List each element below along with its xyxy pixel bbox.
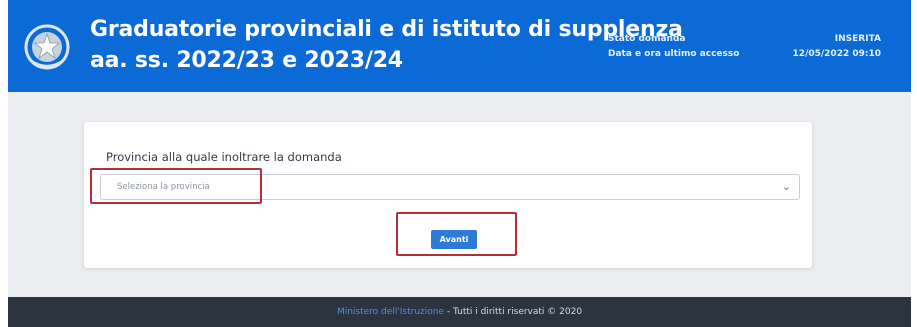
app-frame: Graduatorie provinciali e di istituto di… [8,0,911,327]
status-labels: Stato domanda Data e ora ultimo accesso [608,32,739,62]
province-field-label: Provincia alla quale inoltrare la domand… [106,150,342,164]
page-title-line1: Graduatorie provinciali e di istituto di… [90,17,683,42]
page-footer: Ministero dell'Istruzione - Tutti i diri… [8,297,911,327]
page-title: Graduatorie provinciali e di istituto di… [90,14,683,76]
chevron-down-icon: ⌄ [781,180,791,193]
select-highlight-annotation [90,168,262,204]
status-label: Stato domanda [608,34,686,44]
province-form-card: Provincia alla quale inoltrare la domand… [84,122,812,268]
button-highlight-annotation [396,212,517,256]
page-title-line2: aa. ss. 2022/23 e 2023/24 [90,48,403,73]
italian-republic-emblem-icon [24,24,70,70]
last-access-label: Data e ora ultimo accesso [608,49,740,59]
last-access-value: 12/05/2022 09:10 [792,49,881,59]
status-value: INSERITA [834,34,881,44]
ministry-link[interactable]: Ministero dell'Istruzione [337,307,444,317]
footer-rights-text: - Tutti i diritti riservati © 2020 [444,307,583,317]
status-values: INSERITA 12/05/2022 09:10 [793,32,881,62]
page-header: Graduatorie provinciali e di istituto di… [8,0,911,92]
